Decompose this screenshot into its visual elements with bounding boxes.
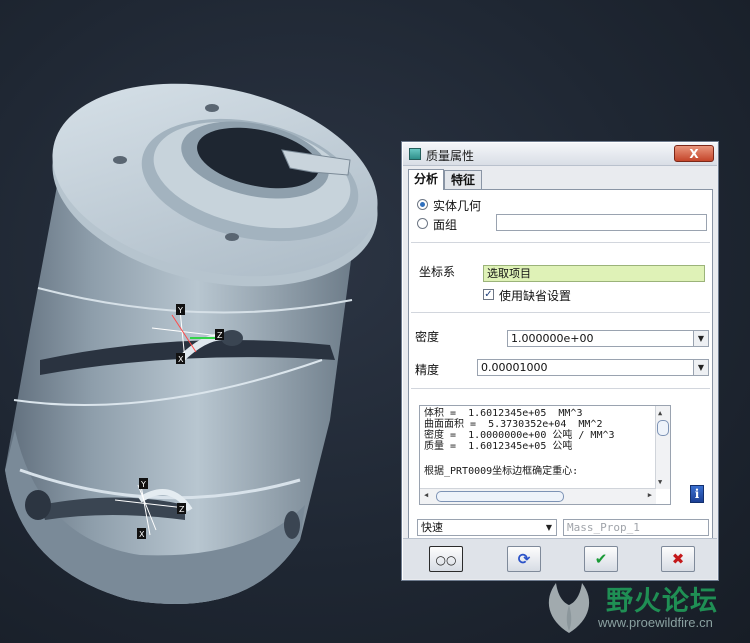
tab-feature[interactable]: 特征 bbox=[444, 170, 482, 189]
results-line: 质量 = 1.6012345e+05 公吨 bbox=[424, 441, 573, 452]
solid-geometry-label: 实体几何 bbox=[433, 199, 482, 213]
scroll-down-arrow[interactable]: ▼ bbox=[658, 478, 662, 486]
use-default-checkbox[interactable]: ✓ bbox=[483, 289, 494, 300]
csys-label: 坐标系 bbox=[419, 265, 456, 279]
csys-label: X bbox=[139, 530, 145, 539]
cross-icon: ✖ bbox=[671, 550, 685, 568]
quilt-label: 面组 bbox=[433, 218, 458, 232]
calc-mode-value: 快速 bbox=[421, 521, 443, 534]
info-icon[interactable]: i bbox=[690, 485, 704, 503]
accuracy-label: 精度 bbox=[415, 363, 440, 377]
scroll-right-arrow[interactable]: ▶ bbox=[648, 491, 652, 499]
csys-label: Y bbox=[140, 480, 146, 489]
accuracy-value: 0.00001000 bbox=[481, 361, 548, 374]
chevron-down-icon[interactable]: ▼ bbox=[693, 331, 708, 346]
scroll-thumb[interactable] bbox=[436, 491, 564, 502]
ok-button[interactable]: ✔ bbox=[584, 546, 618, 572]
analysis-panel: 实体几何 面组 坐标系 选取项目 ✓ 使用缺省设置 密度 1.000000e+0… bbox=[408, 189, 713, 540]
mass-properties-dialog: 质量属性 X 分析 特征 实体几何 面组 坐标系 选取项目 ✓ 使用缺省设置 密… bbox=[401, 141, 719, 581]
feature-name-field[interactable]: Mass_Prop_1 bbox=[563, 519, 709, 536]
dialog-titlebar[interactable]: 质量属性 X bbox=[403, 143, 717, 166]
accuracy-combo[interactable]: 0.00001000 ▼ bbox=[477, 359, 709, 376]
csys-label: X bbox=[178, 355, 184, 364]
dialog-button-bar: ○○ ⟳ ✔ ✖ bbox=[403, 538, 717, 579]
solid-geometry-radio[interactable] bbox=[417, 199, 428, 210]
results-line: 曲面面积 = 5.3730352e+04 MM^2 bbox=[424, 419, 603, 430]
csys-label: Y bbox=[177, 306, 183, 315]
results-output[interactable]: 体积 = 1.6012345e+05 MM^3 曲面面积 = 5.3730352… bbox=[419, 405, 671, 505]
chevron-down-icon[interactable]: ▼ bbox=[542, 520, 556, 535]
refresh-icon: ⟳ bbox=[517, 550, 531, 568]
scroll-up-arrow[interactable]: ▲ bbox=[658, 409, 662, 417]
csys-label: Z bbox=[217, 331, 223, 340]
results-line: 根据_PRT0009坐标边框确定重心: bbox=[424, 466, 579, 477]
chevron-down-icon[interactable]: ▼ bbox=[693, 360, 708, 375]
cylinder-part-model[interactable]: Y Z X Y Z X bbox=[5, 56, 396, 604]
use-default-label: 使用缺省设置 bbox=[499, 289, 572, 303]
csys-label: Z bbox=[179, 505, 185, 514]
scroll-left-arrow[interactable]: ◀ bbox=[424, 491, 428, 499]
divider bbox=[411, 242, 710, 243]
watermark-text: 野火论坛 bbox=[606, 586, 718, 617]
quilt-selection-field[interactable] bbox=[496, 214, 707, 231]
checkmark-icon: ✔ bbox=[594, 550, 608, 568]
app-icon bbox=[409, 148, 421, 160]
density-combo[interactable]: 1.000000e+00 ▼ bbox=[507, 330, 709, 347]
preview-button[interactable]: ○○ bbox=[429, 546, 463, 572]
glasses-icon: ○○ bbox=[435, 553, 457, 567]
vertical-scrollbar[interactable]: ▲ ▼ bbox=[655, 406, 670, 489]
horizontal-scrollbar[interactable]: ◀ ▶ bbox=[420, 488, 656, 504]
recalculate-button[interactable]: ⟳ bbox=[507, 546, 541, 572]
csys-selection-field[interactable]: 选取项目 bbox=[483, 265, 705, 282]
quilt-radio[interactable] bbox=[417, 218, 428, 229]
results-line: 体积 = 1.6012345e+05 MM^3 bbox=[424, 408, 583, 419]
density-value: 1.000000e+00 bbox=[511, 332, 594, 345]
dialog-title: 质量属性 bbox=[426, 149, 475, 163]
watermark-url: www.proewildfire.cn bbox=[598, 615, 713, 630]
tab-analysis[interactable]: 分析 bbox=[408, 169, 444, 190]
divider bbox=[411, 388, 710, 389]
calc-mode-combo[interactable]: 快速 ▼ bbox=[417, 519, 557, 536]
results-line: 密度 = 1.0000000e+00 公吨 / MM^3 bbox=[424, 430, 615, 441]
divider bbox=[411, 312, 710, 313]
density-label: 密度 bbox=[415, 330, 440, 344]
close-button[interactable]: X bbox=[674, 145, 714, 162]
forum-logo-icon bbox=[548, 583, 590, 633]
scroll-thumb[interactable] bbox=[657, 420, 669, 436]
cancel-button[interactable]: ✖ bbox=[661, 546, 695, 572]
